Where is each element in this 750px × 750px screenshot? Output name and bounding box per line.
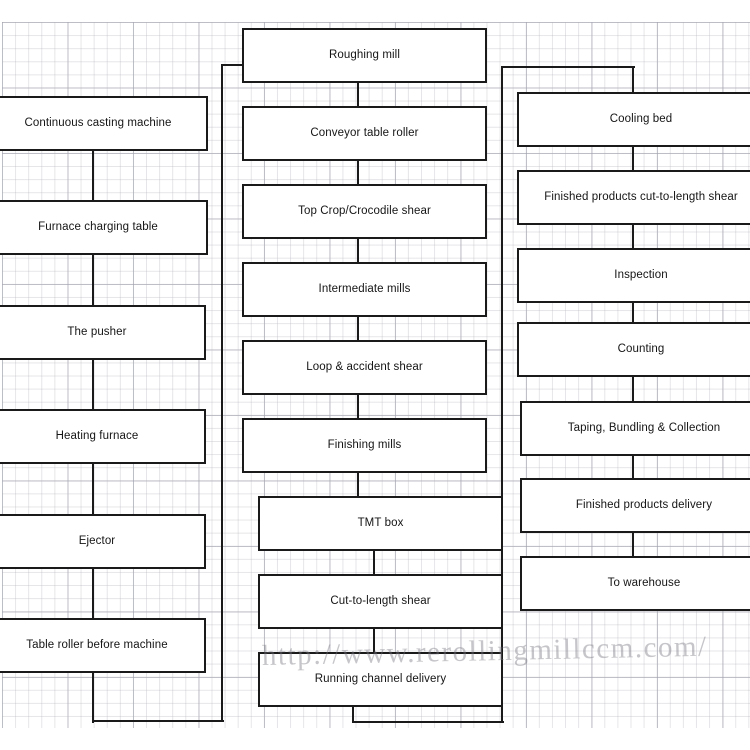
node-conveyor-table-roller[interactable]: Conveyor table roller (242, 106, 487, 161)
connector-table-roller-down (92, 671, 95, 723)
node-to-warehouse[interactable]: To warehouse (520, 556, 750, 611)
flowchart-canvas: Continuous casting machine Furnace charg… (0, 0, 750, 750)
connector-left-to-middle-horizontal (92, 720, 224, 723)
connector-counting-to-taping (632, 375, 635, 403)
node-cooling-bed[interactable]: Cooling bed (517, 92, 750, 147)
connector-loop-shear-to-finishing (357, 393, 360, 420)
node-continuous-casting-machine[interactable]: Continuous casting machine (0, 96, 208, 151)
node-inspection[interactable]: Inspection (517, 248, 750, 303)
connector-pusher-to-heating-furnace (92, 358, 95, 411)
connector-left-to-middle-riser (221, 65, 224, 722)
connector-top-crop-to-intermediate (357, 237, 360, 264)
node-loop-accident-shear[interactable]: Loop & accident shear (242, 340, 487, 395)
node-roughing-mill[interactable]: Roughing mill (242, 28, 487, 83)
connector-cut-to-length-to-running-channel (373, 627, 376, 654)
connector-ejector-to-table-roller (92, 567, 95, 620)
node-cut-to-length-shear[interactable]: Cut-to-length shear (258, 574, 503, 629)
connector-tmt-box-to-cut-to-length (373, 549, 376, 576)
node-intermediate-mills[interactable]: Intermediate mills (242, 262, 487, 317)
node-finished-products-delivery[interactable]: Finished products delivery (520, 478, 750, 533)
connector-middle-to-right-horizontal (352, 721, 504, 724)
bottom-margin-strip (0, 728, 750, 750)
node-ejector[interactable]: Ejector (0, 514, 206, 569)
connector-inspection-to-counting (632, 301, 635, 324)
node-counting[interactable]: Counting (517, 322, 750, 377)
connector-taping-to-delivery (632, 454, 635, 480)
node-table-roller-before-machine[interactable]: Table roller before machine (0, 618, 206, 673)
node-furnace-charging-table[interactable]: Furnace charging table (0, 200, 208, 255)
node-finished-products-cut-to-length-shear[interactable]: Finished products cut-to-length shear (517, 170, 750, 225)
node-top-crop-crocodile-shear[interactable]: Top Crop/Crocodile shear (242, 184, 487, 239)
node-finishing-mills[interactable]: Finishing mills (242, 418, 487, 473)
connector-roughing-to-conveyor (357, 81, 360, 108)
node-running-channel-delivery[interactable]: Running channel delivery (258, 652, 503, 707)
connector-finishing-to-tmt-box (357, 471, 360, 498)
connector-charging-table-to-pusher (92, 253, 95, 307)
connector-cooling-bed-to-finished-shear (632, 145, 635, 172)
node-taping-bundling-collection[interactable]: Taping, Bundling & Collection (520, 401, 750, 456)
connector-intermediate-to-loop-shear (357, 315, 360, 342)
node-tmt-box[interactable]: TMT box (258, 496, 503, 551)
connector-finished-shear-to-inspection (632, 223, 635, 250)
connector-conveyor-to-top-crop (357, 159, 360, 186)
connector-heating-furnace-to-ejector (92, 462, 95, 516)
node-heating-furnace[interactable]: Heating furnace (0, 409, 206, 464)
connector-into-cooling-bed (632, 66, 635, 95)
connector-right-top-horizontal (501, 66, 635, 69)
node-the-pusher[interactable]: The pusher (0, 305, 206, 360)
connector-delivery-to-warehouse (632, 531, 635, 558)
connector-casting-to-charging-table (92, 149, 95, 202)
